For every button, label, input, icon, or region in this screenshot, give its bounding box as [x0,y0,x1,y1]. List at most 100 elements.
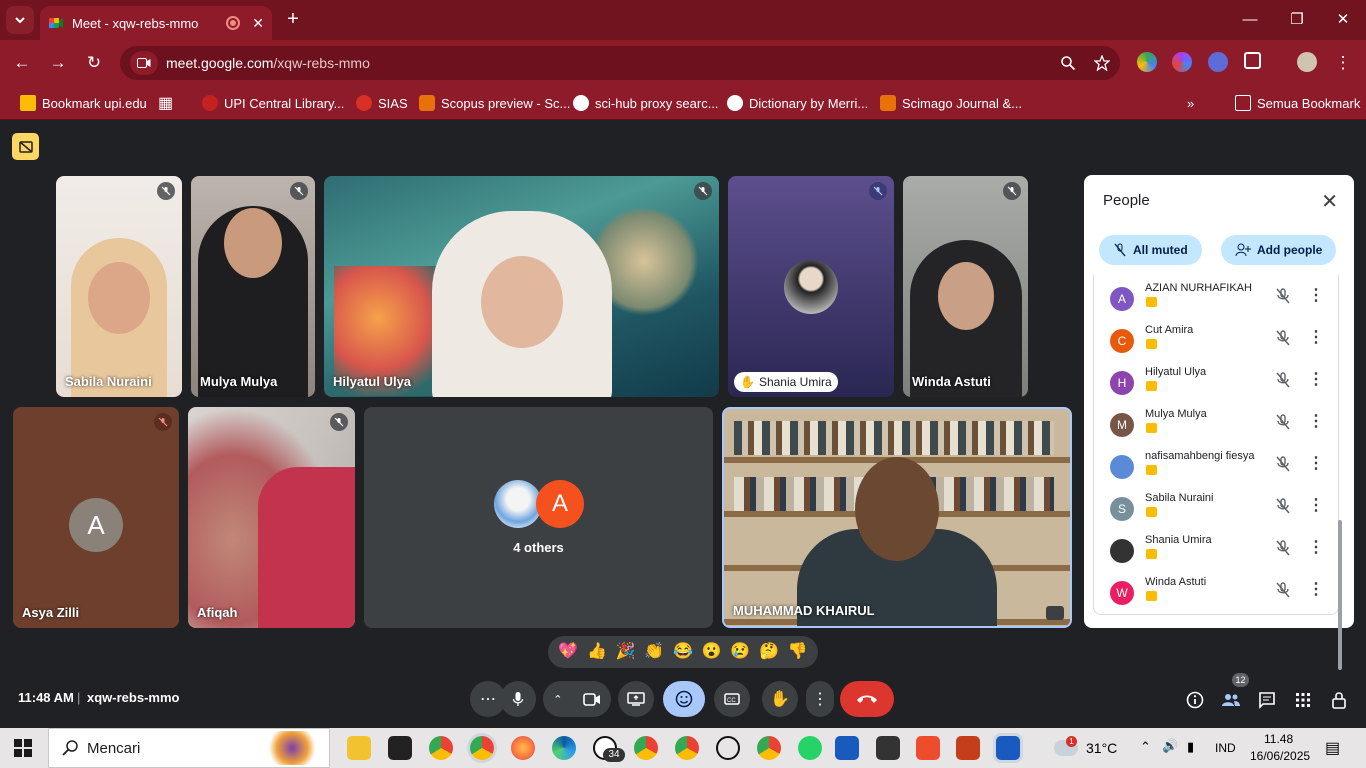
video-tile[interactable]: Hilyatul Ulya [324,176,719,397]
more-bookmarks-icon[interactable]: » [1187,93,1194,113]
chrome-profile-icon[interactable] [757,736,781,760]
bookmark-item[interactable]: Bookmark upi.edu [20,93,147,113]
bookmark-item[interactable]: Scimago Journal &... [880,93,1022,113]
host-controls-lock-icon[interactable] [1327,688,1351,712]
extension-1-icon[interactable] [1137,52,1157,72]
new-tab-button[interactable]: + [282,8,304,30]
participant-row[interactable]: W Winda Astuti ⋮ [1094,575,1338,614]
leave-call-button[interactable] [840,681,894,717]
chrome-profile-icon[interactable] [634,736,658,760]
forward-button[interactable]: → [46,51,70,75]
back-button[interactable]: ← [10,51,34,75]
tab-close-icon[interactable]: ✕ [252,15,264,32]
temperature[interactable]: 31°C [1086,740,1117,756]
firefox-icon[interactable] [511,736,535,760]
tab-search-button[interactable] [6,6,34,34]
participant-menu-icon[interactable]: ⋮ [1308,495,1324,515]
participant-row[interactable]: C Cut Amira ⋮ [1094,323,1338,365]
all-bookmarks-folder[interactable]: Semua Bookmark [1235,93,1360,113]
extension-2-icon[interactable] [1172,52,1192,72]
address-bar[interactable]: meet.google.com/xqw-rebs-mmo [120,46,1120,80]
chrome-profile-icon[interactable] [675,736,699,760]
captions-off-icon[interactable] [12,133,39,160]
camera-button[interactable]: ⌃ [543,681,611,717]
bookmark-item[interactable]: Scopus preview - Sc... [419,93,570,113]
whatsapp-icon[interactable] [798,736,822,760]
reaction-emoji-button[interactable]: 😂 [673,642,693,662]
edge-icon[interactable] [552,736,576,760]
reactions-button[interactable] [663,681,705,717]
reaction-emoji-button[interactable]: 😮 [702,642,722,662]
panel-scrollbar[interactable] [1338,520,1342,670]
chevron-up-icon[interactable]: ⌃ [553,693,562,706]
reaction-emoji-button[interactable]: 💖 [558,642,578,662]
participant-menu-icon[interactable]: ⋮ [1308,453,1324,473]
profile-avatar[interactable] [1297,52,1317,72]
mic-off-icon[interactable] [1273,454,1293,474]
all-muted-button[interactable]: All muted [1099,235,1202,265]
mic-off-icon[interactable] [1273,328,1293,348]
mic-off-icon[interactable] [1273,580,1293,600]
others-tile[interactable]: A 4 others [364,407,713,628]
chevron-up-icon[interactable]: ⌃ [1140,739,1151,755]
apps-grid-icon[interactable]: ▦ [158,93,173,113]
participant-menu-icon[interactable]: ⋮ [1308,327,1324,347]
browser-menu-icon[interactable]: ⋮ [1331,51,1355,75]
participant-menu-icon[interactable]: ⋮ [1308,537,1324,557]
mic-off-icon[interactable] [1273,412,1293,432]
browser-tab[interactable]: Meet - xqw-rebs-mmo ✕ [40,6,272,40]
app-s-icon[interactable] [876,736,900,760]
participant-menu-icon[interactable]: ⋮ [1308,411,1324,431]
notifications-icon[interactable]: ▤ [1325,738,1340,758]
battery-icon[interactable]: ▮ [1187,739,1194,755]
people-icon[interactable] [1219,688,1243,712]
participant-menu-icon[interactable]: ⋮ [1308,369,1324,389]
volume-icon[interactable]: 🔊 [1162,738,1178,754]
chrome-icon[interactable] [429,736,453,760]
close-panel-icon[interactable]: ✕ [1321,189,1338,214]
reaction-emoji-button[interactable]: 👏 [644,642,664,662]
sticky-notes-icon[interactable] [388,736,412,760]
restore-button[interactable]: ❐ [1285,8,1309,32]
participant-row[interactable]: Shania Umira ⋮ [1094,533,1338,575]
present-screen-button[interactable] [618,681,654,717]
windows-start-icon[interactable] [14,739,32,757]
participant-menu-icon[interactable]: ⋮ [1308,285,1324,305]
mic-off-icon[interactable] [1273,496,1293,516]
extension-3-icon[interactable] [1208,52,1228,72]
chat-icon[interactable] [1255,688,1279,712]
microphone-button[interactable] [500,681,536,717]
video-tile[interactable]: Sabila Nuraini [56,176,182,397]
reaction-emoji-button[interactable]: 🤔 [759,642,779,662]
raise-hand-button[interactable]: ✋ [762,681,798,717]
bookmark-item[interactable]: SIAS [356,93,408,113]
participant-row[interactable]: nafisamahbengi fiesya ⋮ [1094,449,1338,491]
chrome-active-icon[interactable] [470,736,494,760]
powerpoint-icon[interactable] [956,736,980,760]
video-tile[interactable]: Mulya Mulya [191,176,315,397]
participant-row[interactable]: M Mulya Mulya ⋮ [1094,407,1338,449]
taskbar-search-box[interactable]: Mencari [48,728,330,768]
bookmark-item[interactable]: UPI Central Library... [202,93,344,113]
captions-button[interactable]: CC [714,681,750,717]
reaction-emoji-button[interactable]: 😢 [730,642,750,662]
mic-off-icon[interactable] [1273,286,1293,306]
reload-button[interactable]: ↻ [82,51,106,75]
video-tile[interactable]: A Asya Zilli [13,407,179,628]
minimize-button[interactable]: — [1238,8,1262,32]
mic-off-icon[interactable] [1273,370,1293,390]
bookmark-item[interactable]: Dictionary by Merri... [727,93,868,113]
reaction-emoji-button[interactable]: 👎 [788,642,808,662]
window-close-button[interactable]: ✕ [1331,8,1355,32]
zoom-icon[interactable] [1060,55,1076,71]
pip-icon[interactable] [1046,606,1064,620]
video-tile[interactable]: ✋ Shania Umira [728,176,894,397]
video-tile[interactable]: Winda Astuti [903,176,1028,397]
extensions-puzzle-icon[interactable] [1244,52,1261,69]
file-explorer-icon[interactable] [347,736,371,760]
word-icon[interactable] [835,736,859,760]
video-tile[interactable]: Afiqah [188,407,355,628]
site-info-icon[interactable] [130,51,158,75]
meeting-info-icon[interactable] [1183,688,1207,712]
bookmark-item[interactable]: sci-hub proxy searc... [573,93,719,113]
